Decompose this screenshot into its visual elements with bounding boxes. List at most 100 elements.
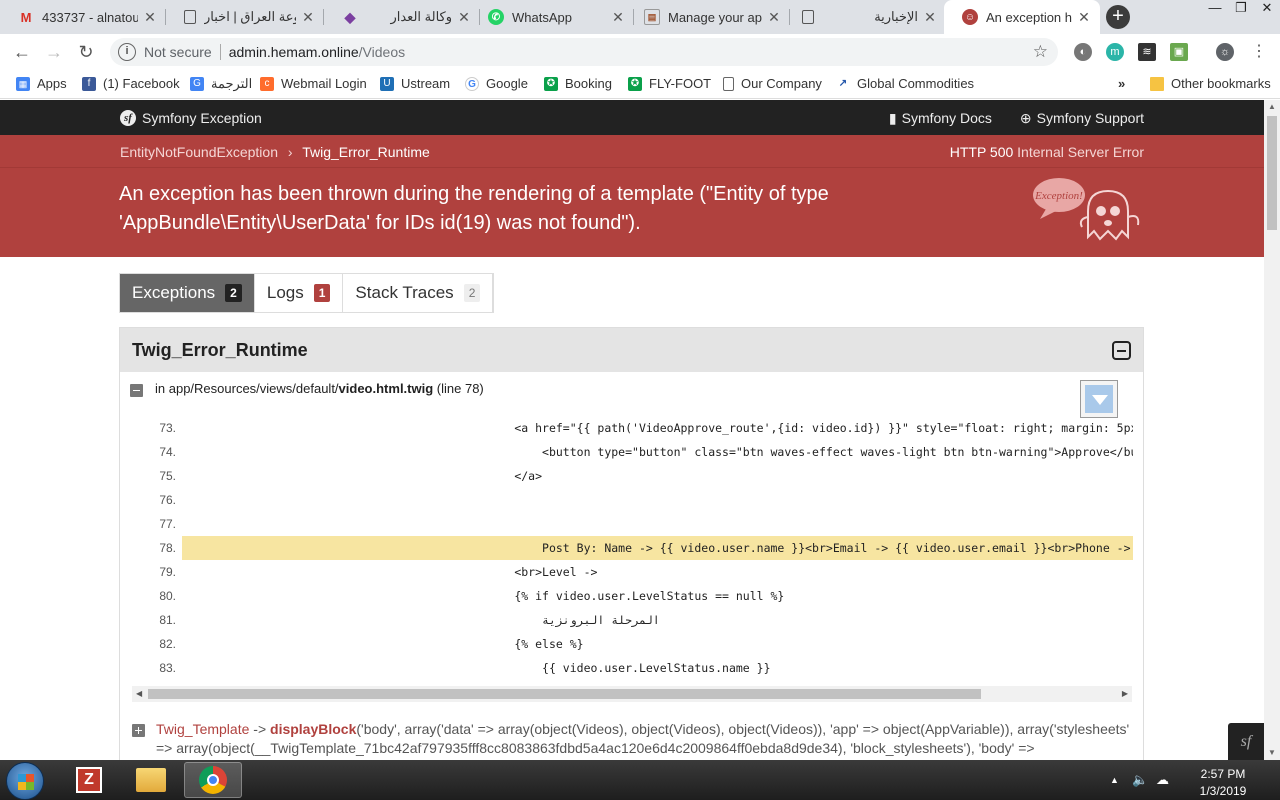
download-icon[interactable] [1080,380,1118,418]
browser-tab-active[interactable]: ☺ An exception has ✕ [944,0,1100,34]
tab-label: Logs [266,283,304,302]
bookmarks-overflow-button[interactable]: » [1118,76,1125,91]
close-tab-icon[interactable]: ✕ [610,9,626,26]
book-icon: ▮ [888,110,897,126]
browser-tab-5[interactable]: ▤ Manage your app ✕ [626,0,790,34]
bookmark-label: Other bookmarks [1171,76,1271,91]
page-content: sf Symfony Exception ▮ Symfony Docs ⊕ Symf… [0,100,1264,760]
translate-icon: G [190,77,204,91]
template-location: in app/Resources/views/default/video.htm… [130,380,484,397]
taskbar-filezilla[interactable]: Z [60,762,118,798]
status-text: Internal Server Error [1017,144,1144,160]
page-icon [184,10,196,24]
count-badge: 1 [313,284,331,302]
bookmark-ustream[interactable]: U Ustream [380,76,450,91]
clock[interactable]: 2:57 PM 1/3/2019 [1188,766,1258,800]
tab-title: WhatsApp [512,9,572,25]
tab-title: الإخبارية [874,9,918,24]
other-bookmarks[interactable]: Other bookmarks [1150,76,1271,91]
tab-title: 433737 - alnatour [42,9,138,25]
scroll-right-icon[interactable]: ▶ [1122,686,1128,702]
bookmark-label: Google [486,76,528,91]
browser-tab-3[interactable]: ◆ وكالة العدار ✕ [324,0,480,34]
clock-time: 2:57 PM [1200,767,1246,781]
close-tab-icon[interactable]: ✕ [922,9,938,26]
extension-icon[interactable]: ◐ [1074,43,1092,61]
bookmark-facebook[interactable]: f (1) Facebook [82,76,180,91]
browser-tab-6[interactable]: الإخبارية ✕ [784,0,946,34]
horizontal-scrollbar[interactable]: ◀ ▶ [132,686,1132,702]
close-tab-icon[interactable]: ✕ [300,9,316,26]
apps-grid-icon: ▦ [16,76,30,91]
tab-logs[interactable]: Logs 1 [254,274,344,312]
panel-title: Twig_Error_Runtime [120,328,1143,372]
info-icon[interactable]: i [118,43,136,61]
bookmark-webmail[interactable]: c Webmail Login [260,76,367,91]
bookmark-flyfoot[interactable]: ✪ FLY-FOOT [628,76,711,91]
scroll-down-icon[interactable]: ▼ [1264,746,1280,760]
bookmarks-bar: ▦ Apps f (1) Facebook G الترجمة c Webmail Lo… [0,70,1280,99]
vertical-scrollbar[interactable]: ▲ ▼ [1264,100,1280,760]
trace-class: Twig_Template [156,721,250,737]
breadcrumb-item[interactable]: EntityNotFoundException [120,144,278,160]
bookmark-booking[interactable]: ✪ Booking [544,76,612,91]
url-path: /Videos [358,44,406,60]
close-tab-icon[interactable]: ✕ [142,9,158,26]
code-line: 76. [159,493,176,507]
new-tab-button[interactable]: + [1106,5,1130,29]
symfony-docs-link[interactable]: ▮ Symfony Docs [889,110,992,127]
menu-dots-icon[interactable]: ⋮ [1250,43,1268,61]
minimize-button[interactable]: — [1202,0,1228,20]
tab-title: موسوعة العراق | اخبار [204,9,296,24]
collapse-minus-icon[interactable] [130,384,143,397]
close-tab-icon[interactable]: ✕ [1076,9,1092,26]
close-window-button[interactable]: ✕ [1254,0,1280,20]
breadcrumb: EntityNotFoundException › Twig_Error_Run… [120,144,430,160]
browser-tab-2[interactable]: موسوعة العراق | اخبار ✕ [166,0,324,34]
volume-icon[interactable]: 🔈 [1132,772,1148,788]
code-line: 77. [159,517,176,531]
browser-tab-4[interactable]: ✆ WhatsApp ✕ [470,0,634,34]
close-tab-icon[interactable]: ✕ [766,9,782,26]
scroll-up-icon[interactable]: ▲ [1264,100,1280,114]
symfony-support-link[interactable]: ⊕ Symfony Support [1020,110,1144,127]
ghost-label: Exception! [1034,190,1083,202]
expand-plus-icon[interactable] [132,724,145,737]
security-label: Not secure [144,44,212,60]
facebook-icon: f [82,76,96,91]
profile-avatar[interactable]: ☼ [1216,43,1234,61]
bookmark-translate[interactable]: G الترجمة [190,76,252,92]
extension-green-icon[interactable]: ▣ [1170,43,1188,61]
bookmark-global-commodities[interactable]: ↗ Global Commodities [836,76,974,91]
tab-stack-traces[interactable]: Stack Traces 2 [343,274,494,312]
chrome-icon [199,766,227,794]
scroll-left-icon[interactable]: ◀ [136,686,142,702]
tray-overflow-icon[interactable]: ▲ [1110,775,1119,785]
scrollbar-thumb[interactable] [148,689,981,699]
bookmark-google[interactable]: G Google [465,76,528,91]
restore-button[interactable]: ❐ [1228,0,1254,20]
taskbar-chrome[interactable] [184,762,242,798]
collapse-toggle-icon[interactable] [1112,341,1131,360]
http-status: HTTP 500 Internal Server Error [950,144,1144,160]
taskbar-explorer[interactable] [122,762,180,798]
symfony-ghost-icon: ☺ [962,9,978,25]
bookmark-apps[interactable]: ▦ Apps [16,76,67,91]
reload-button[interactable]: ↻ [74,40,98,64]
bookmark-star-icon[interactable]: ☆ [1033,42,1048,62]
forward-button[interactable]: → [42,40,66,64]
address-bar[interactable]: i Not secure admin.hemam.online/Videos ☆ [110,38,1058,66]
system-tray: ▲ 🔈 ☁ 2:57 PM 1/3/2019 [1110,760,1280,800]
bookmark-our-company[interactable]: Our Company [723,76,822,91]
exception-message: An exception has been thrown during the … [119,183,829,234]
start-button[interactable] [6,762,44,800]
code-line: 82. {% else %} [159,637,584,651]
scrollbar-thumb[interactable] [1267,116,1277,230]
extension-stack-icon[interactable]: ≋ [1138,43,1156,61]
browser-tab-1[interactable]: M 433737 - alnatour ✕ [0,0,166,34]
extension-m-icon[interactable]: m [1106,43,1124,61]
network-icon[interactable]: ☁ [1156,772,1169,788]
symfony-toolbar-toggle[interactable]: sf [1228,723,1264,760]
back-button[interactable]: ← [10,40,34,64]
tab-exceptions[interactable]: Exceptions 2 [120,274,255,312]
